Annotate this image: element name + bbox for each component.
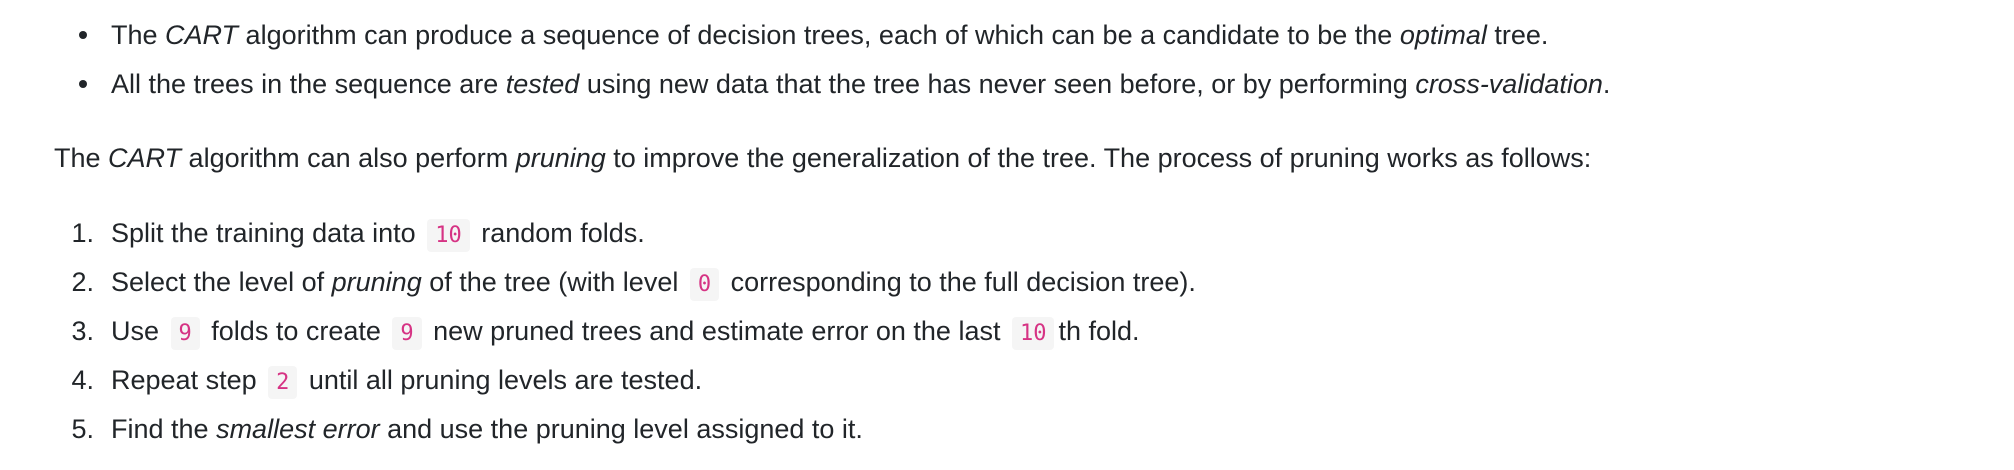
item-text: tree. bbox=[1486, 20, 1549, 50]
list-item: 3. Use 9 folds to create 9 new pruned tr… bbox=[0, 310, 1196, 359]
item-text: using new data that the tree has never s… bbox=[579, 69, 1416, 99]
item-text: Repeat step bbox=[111, 365, 265, 395]
inline-code: 10 bbox=[427, 219, 470, 252]
list-number: 4. bbox=[71, 365, 94, 395]
item-text: random folds. bbox=[473, 218, 645, 248]
emphasis-term: CART bbox=[165, 20, 239, 50]
item-text: Split the training data into bbox=[111, 218, 424, 248]
item-text: and use the pruning level assigned to it… bbox=[379, 414, 863, 444]
item-text: The bbox=[111, 20, 166, 50]
emphasis-term: cross-validation bbox=[1415, 69, 1603, 99]
inline-code: 2 bbox=[268, 366, 298, 399]
list-item: 2. Select the level of pruning of the tr… bbox=[0, 261, 1196, 310]
item-text: folds to create bbox=[203, 316, 389, 346]
paragraph-text: algorithm can also perform bbox=[181, 143, 516, 173]
paragraph-text: to improve the generalization of the tre… bbox=[605, 143, 1592, 173]
pruning-intro-paragraph: The CART algorithm can also perform prun… bbox=[54, 137, 1591, 179]
item-text: algorithm can produce a sequence of deci… bbox=[238, 20, 1400, 50]
emphasis-term: tested bbox=[505, 69, 580, 99]
bullet-list: The CART algorithm can produce a sequenc… bbox=[0, 14, 1610, 112]
list-item: The CART algorithm can produce a sequenc… bbox=[0, 14, 1610, 63]
list-item: 4. Repeat step 2 until all pruning level… bbox=[0, 359, 1196, 408]
bullet-marker bbox=[79, 80, 87, 88]
list-item: 1. Split the training data into 10 rando… bbox=[0, 212, 1196, 261]
item-text: corresponding to the full decision tree)… bbox=[723, 267, 1196, 297]
bullet-marker bbox=[79, 31, 87, 39]
item-text: . bbox=[1602, 69, 1611, 99]
list-number: 1. bbox=[71, 218, 94, 248]
emphasis-term: optimal bbox=[1399, 20, 1487, 50]
list-number: 2. bbox=[71, 267, 94, 297]
list-number: 3. bbox=[71, 316, 94, 346]
list-item: 5. Find the smallest error and use the p… bbox=[0, 408, 1196, 457]
item-text: Select the level of bbox=[111, 267, 332, 297]
paragraph-text: The bbox=[54, 143, 109, 173]
item-text: Use bbox=[111, 316, 167, 346]
emphasis-term: pruning bbox=[515, 143, 606, 173]
item-text: new pruned trees and estimate error on t… bbox=[425, 316, 1008, 346]
list-number: 5. bbox=[71, 414, 94, 444]
pruning-steps-list: 1. Split the training data into 10 rando… bbox=[0, 212, 1196, 457]
item-text: th fold. bbox=[1058, 316, 1140, 346]
item-text: Find the bbox=[111, 414, 217, 444]
inline-code: 9 bbox=[170, 317, 200, 350]
inline-code: 0 bbox=[689, 268, 720, 301]
emphasis-term: CART bbox=[108, 143, 182, 173]
emphasis-term: smallest error bbox=[216, 414, 380, 444]
item-text: of the tree (with level bbox=[421, 267, 686, 297]
item-text: All the trees in the sequence are bbox=[111, 69, 506, 99]
inline-code: 10 bbox=[1011, 317, 1055, 350]
inline-code: 9 bbox=[392, 317, 422, 350]
item-text: until all pruning levels are tested. bbox=[301, 365, 703, 395]
list-item: All the trees in the sequence are tested… bbox=[0, 63, 1610, 112]
emphasis-term: pruning bbox=[331, 267, 422, 297]
